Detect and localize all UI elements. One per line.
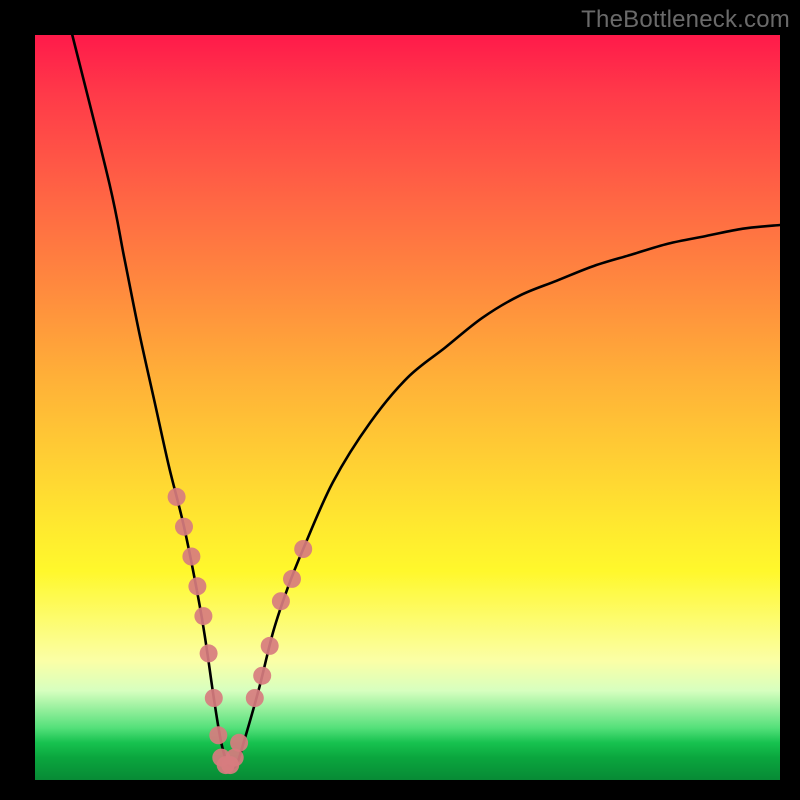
marker-point [246, 689, 264, 707]
marker-point [175, 518, 193, 536]
curve-path [72, 35, 780, 768]
chart-frame: TheBottleneck.com [0, 0, 800, 800]
marker-point [253, 667, 271, 685]
marker-point [168, 488, 186, 506]
marker-point [261, 637, 279, 655]
marker-point [205, 689, 223, 707]
marker-group [168, 488, 313, 774]
marker-point [230, 734, 248, 752]
marker-point [182, 548, 200, 566]
source-watermark: TheBottleneck.com [581, 6, 790, 34]
marker-point [272, 592, 290, 610]
marker-point [194, 607, 212, 625]
marker-point [188, 577, 206, 595]
marker-point [200, 644, 218, 662]
marker-point [294, 540, 312, 558]
plot-area [35, 35, 780, 780]
marker-point [209, 726, 227, 744]
marker-point [283, 570, 301, 588]
chart-svg [35, 35, 780, 780]
